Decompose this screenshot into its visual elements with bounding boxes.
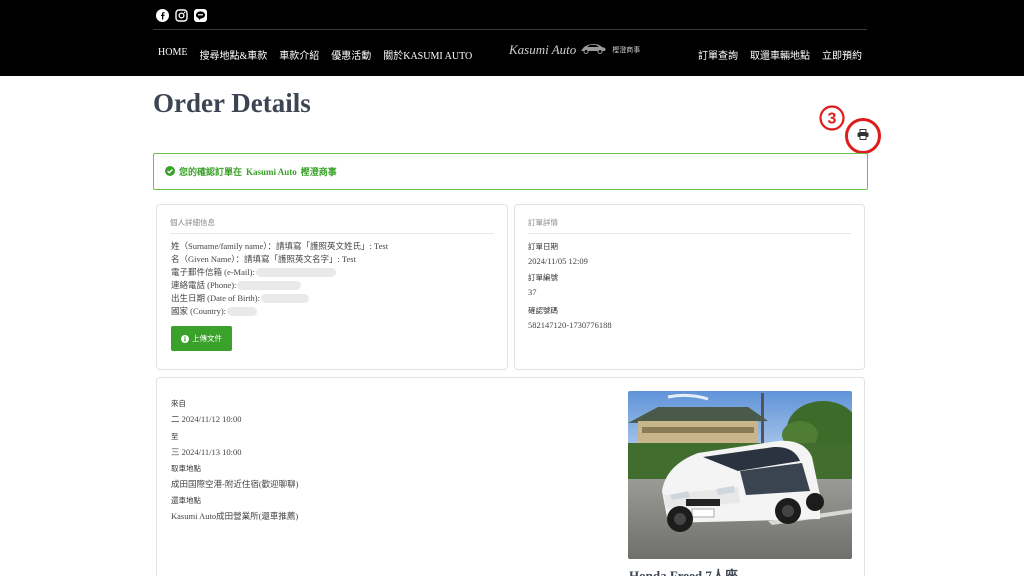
country-label: 國家 (Country): — [171, 306, 227, 316]
order-number-value: 37 — [528, 287, 537, 297]
dob-label: 出生日期 (Date of Birth): — [171, 293, 260, 303]
return-location-value: Kasumi Auto成田營業所(還車推薦) — [171, 511, 299, 521]
instagram-icon[interactable] — [175, 9, 188, 22]
order-date-value: 2024/11/05 12:09 — [528, 256, 588, 266]
upload-label: 上傳文件 — [192, 334, 222, 343]
phone-redacted — [237, 281, 302, 290]
nav-car-models[interactable]: 車款介紹 — [279, 47, 319, 62]
to-value: 三 2024/11/13 10:00 — [171, 447, 242, 457]
nav-home[interactable]: HOME — [158, 47, 187, 62]
nav-search-locations[interactable]: 搜尋地點&車款 — [199, 47, 267, 62]
phone-line: 連絡電話 (Phone): — [171, 279, 388, 292]
secondary-nav: 訂單查詢 取還車輛地點 立即預約 — [698, 47, 862, 62]
page-title: Order Details — [153, 88, 311, 118]
nav-pickup-locations[interactable]: 取還車輛地點 — [750, 47, 810, 62]
alert-prefix: 您的確認訂單在 — [179, 168, 243, 178]
confirmation-alert: 您的確認訂單在 Kasumi Auto 樫澄商事 — [153, 153, 868, 190]
return-location-field: 還車地點 Kasumi Auto成田營業所(還車推薦) — [171, 495, 298, 522]
email-line: 電子郵件信箱 (e-Mail): — [171, 266, 388, 279]
order-number-label: 訂單編號 — [528, 273, 558, 282]
nav-book-now[interactable]: 立即預約 — [822, 47, 862, 62]
confirmation-number-field: 確認號碼 582147120-1730776188 — [528, 305, 612, 330]
surname-text: 姓（Surname/family name）：請填寫「護照英文姓氏」: Test — [171, 241, 389, 251]
nav-promotions[interactable]: 優惠活動 — [331, 47, 371, 62]
car-logo-icon — [579, 41, 607, 59]
facebook-icon[interactable] — [156, 9, 169, 22]
print-button[interactable] — [845, 118, 881, 154]
dob-redacted — [261, 294, 309, 303]
country-redacted — [227, 307, 258, 316]
nav-order-lookup[interactable]: 訂單查詢 — [698, 47, 738, 62]
phone-label: 連絡電話 (Phone): — [171, 280, 237, 290]
info-circle-icon — [181, 330, 189, 348]
alert-brand: Kasumi Auto — [246, 166, 297, 177]
nav-about[interactable]: 關於KASUMI AUTO — [383, 47, 472, 62]
order-date-label: 訂單日期 — [528, 242, 558, 251]
logo-subtitle: 樫澄商事 — [612, 46, 641, 54]
given-name-line: 名（Given Name）：請填寫「護照英文名字」: Test — [171, 253, 388, 266]
header-divider — [153, 29, 867, 30]
site-logo[interactable]: Kasumi Auto 樫澄商事 — [509, 41, 640, 59]
logo-text: Kasumi Auto — [509, 42, 577, 57]
main-nav: HOME 搜尋地點&車款 車款介紹 優惠活動 關於KASUMI AUTO — [158, 47, 472, 62]
country-line: 國家 (Country): — [171, 305, 388, 318]
check-circle-icon — [165, 163, 175, 181]
to-field: 至 三 2024/11/13 10:00 — [171, 431, 242, 458]
pickup-location-field: 取車地點 成田国際空港-附近住宿(歡迎聊聊) — [171, 463, 299, 490]
given-name-text: 名（Given Name）：請填寫「護照英文名字」: Test — [171, 254, 356, 264]
return-location-label: 還車地點 — [171, 496, 201, 505]
confirmation-number-value: 582147120-1730776188 — [528, 320, 612, 330]
pickup-location-label: 取車地點 — [171, 464, 201, 473]
email-redacted — [255, 268, 336, 277]
svg-text:3: 3 — [828, 111, 837, 128]
printer-icon — [857, 127, 869, 145]
rental-details-card: 來自 二 2024/11/12 10:00 至 三 2024/11/13 10:… — [156, 377, 865, 576]
order-number-field: 訂單編號 37 — [528, 272, 558, 297]
to-label: 至 — [171, 432, 179, 441]
surname-line: 姓（Surname/family name）：請填寫「護照英文姓氏」: Test — [171, 240, 388, 253]
from-label: 來自 — [171, 399, 186, 408]
personal-info-heading: 個人詳細信息 — [170, 205, 494, 234]
upload-document-button[interactable]: 上傳文件 — [171, 326, 232, 351]
alert-suffix: 樫澄商事 — [300, 168, 337, 178]
personal-info-card: 個人詳細信息 姓（Surname/family name）：請填寫「護照英文姓氏… — [156, 204, 508, 370]
order-details-heading: 訂單詳情 — [528, 205, 851, 234]
order-date-field: 訂單日期 2024/11/05 12:09 — [528, 241, 588, 266]
confirmation-number-label: 確認號碼 — [528, 306, 558, 315]
social-links — [156, 9, 207, 22]
car-name: Honda Freed 7人座 — [629, 568, 738, 576]
email-label: 電子郵件信箱 (e-Mail): — [171, 267, 255, 277]
car-photo — [628, 391, 852, 559]
site-header: HOME 搜尋地點&車款 車款介紹 優惠活動 關於KASUMI AUTO Kas… — [0, 0, 1024, 76]
dob-line: 出生日期 (Date of Birth): — [171, 292, 388, 305]
order-details-card: 訂單詳情 訂單日期 2024/11/05 12:09 訂單編號 37 確認號碼 … — [514, 204, 865, 370]
from-value: 二 2024/11/12 10:00 — [171, 414, 242, 424]
pickup-location-value: 成田国際空港-附近住宿(歡迎聊聊) — [171, 479, 299, 489]
from-field: 來自 二 2024/11/12 10:00 — [171, 398, 242, 425]
step-number-badge: 3 — [819, 105, 845, 131]
line-icon[interactable] — [194, 9, 207, 22]
